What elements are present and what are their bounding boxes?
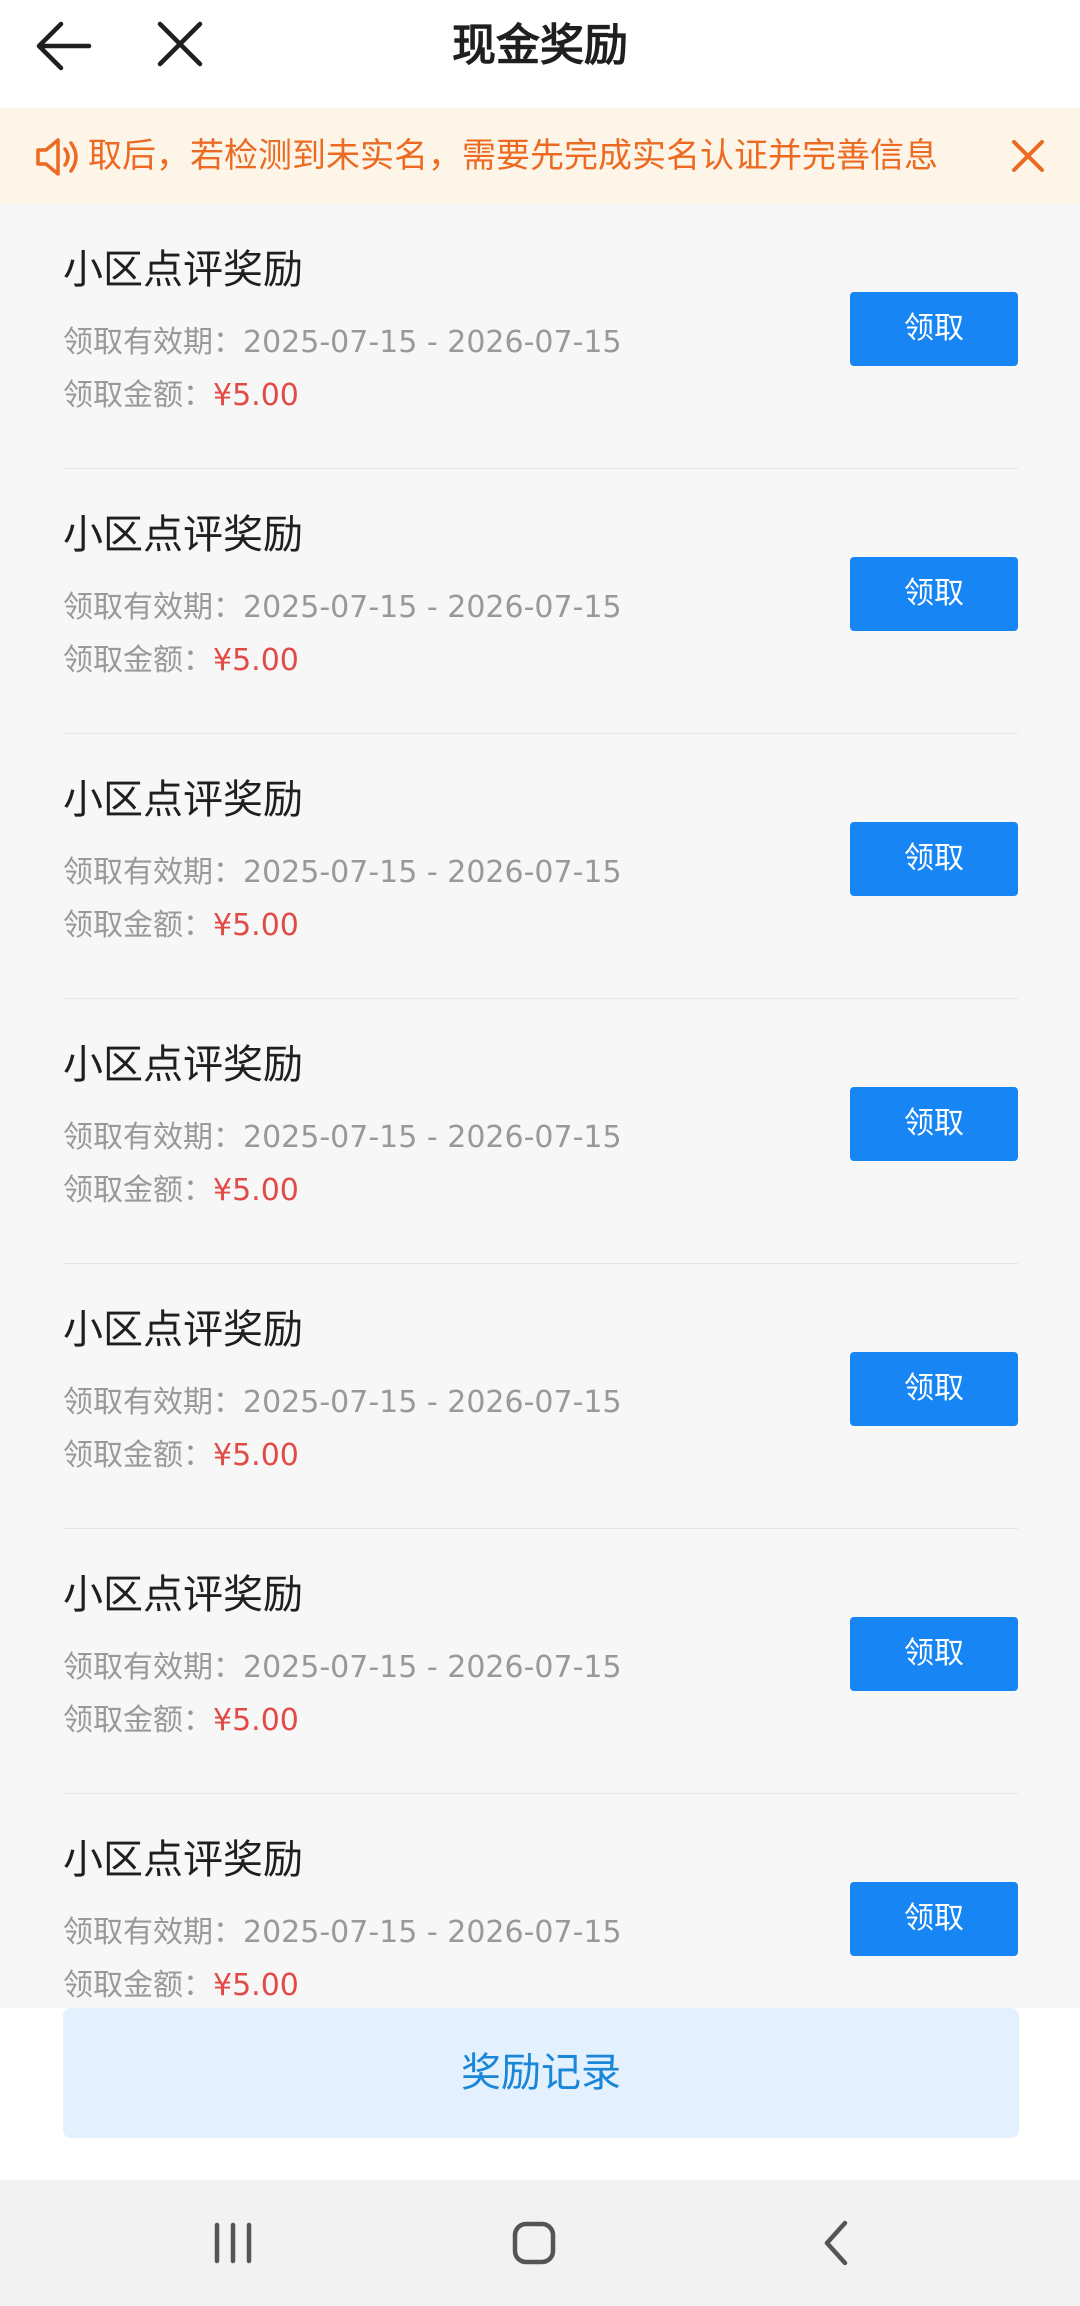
amount-label: 领取金额： bbox=[63, 1703, 213, 1738]
validity-label: 领取有效期： bbox=[63, 1915, 243, 1950]
amount-label: 领取金额： bbox=[63, 378, 213, 413]
claim-button[interactable]: 领取 bbox=[850, 557, 1018, 631]
amount-value: ¥5.00 bbox=[213, 378, 299, 413]
amount-label: 领取金额： bbox=[63, 1438, 213, 1473]
reward-amount: 领取金额：¥5.00 bbox=[63, 646, 299, 676]
amount-value: ¥5.00 bbox=[213, 908, 299, 943]
speaker-icon bbox=[34, 136, 82, 178]
claim-button[interactable]: 领取 bbox=[850, 822, 1018, 896]
page-title: 现金奖励 bbox=[452, 20, 628, 71]
claim-button[interactable]: 领取 bbox=[850, 292, 1018, 366]
reward-title: 小区点评奖励 bbox=[63, 1837, 303, 1883]
reward-amount: 领取金额：¥5.00 bbox=[63, 1176, 299, 1206]
amount-value: ¥5.00 bbox=[213, 643, 299, 678]
reward-amount: 领取金额：¥5.00 bbox=[63, 911, 299, 941]
list-item: 小区点评奖励 领取有效期：2025-07-15 - 2026-07-15 领取金… bbox=[63, 204, 1018, 469]
chevron-left-icon bbox=[824, 2220, 848, 2266]
validity-value: 2025-07-15 - 2026-07-15 bbox=[243, 1915, 622, 1950]
close-icon bbox=[1012, 140, 1044, 172]
validity-label: 领取有效期： bbox=[63, 1385, 243, 1420]
list-item: 小区点评奖励 领取有效期：2025-07-15 - 2026-07-15 领取金… bbox=[63, 1529, 1018, 1794]
reward-amount: 领取金额：¥5.00 bbox=[63, 1441, 299, 1471]
recents-button[interactable] bbox=[193, 2203, 273, 2283]
reward-title: 小区点评奖励 bbox=[63, 1042, 303, 1088]
validity-period: 领取有效期：2025-07-15 - 2026-07-15 bbox=[63, 593, 622, 623]
home-icon bbox=[512, 2221, 556, 2265]
validity-label: 领取有效期： bbox=[63, 590, 243, 625]
system-navigation-bar bbox=[0, 2180, 1080, 2306]
validity-period: 领取有效期：2025-07-15 - 2026-07-15 bbox=[63, 1388, 622, 1418]
validity-value: 2025-07-15 - 2026-07-15 bbox=[243, 1120, 622, 1155]
amount-value: ¥5.00 bbox=[213, 1968, 299, 2003]
reward-title: 小区点评奖励 bbox=[63, 247, 303, 293]
list-item: 小区点评奖励 领取有效期：2025-07-15 - 2026-07-15 领取金… bbox=[63, 999, 1018, 1264]
top-bar: 现金奖励 bbox=[0, 0, 1080, 108]
amount-label: 领取金额： bbox=[63, 1173, 213, 1208]
list-item: 小区点评奖励 领取有效期：2025-07-15 - 2026-07-15 领取金… bbox=[63, 734, 1018, 999]
validity-period: 领取有效期：2025-07-15 - 2026-07-15 bbox=[63, 328, 622, 358]
reward-title: 小区点评奖励 bbox=[63, 1572, 303, 1618]
validity-period: 领取有效期：2025-07-15 - 2026-07-15 bbox=[63, 858, 622, 888]
amount-label: 领取金额： bbox=[63, 643, 213, 678]
validity-label: 领取有效期： bbox=[63, 1650, 243, 1685]
validity-period: 领取有效期：2025-07-15 - 2026-07-15 bbox=[63, 1653, 622, 1683]
notice-text: 取后，若检测到未实名，需要先完成实名认证并完善信息 bbox=[88, 136, 938, 176]
validity-period: 领取有效期：2025-07-15 - 2026-07-15 bbox=[63, 1918, 622, 1948]
reward-title: 小区点评奖励 bbox=[63, 1307, 303, 1353]
system-back-button[interactable] bbox=[797, 2203, 877, 2283]
notice-close-button[interactable] bbox=[1004, 132, 1052, 180]
home-button[interactable] bbox=[494, 2203, 574, 2283]
validity-label: 领取有效期： bbox=[63, 855, 243, 890]
recents-icon bbox=[214, 2222, 252, 2264]
list-item: 小区点评奖励 领取有效期：2025-07-15 - 2026-07-15 领取金… bbox=[63, 469, 1018, 734]
validity-value: 2025-07-15 - 2026-07-15 bbox=[243, 590, 622, 625]
bottom-action-area: 奖励记录 bbox=[0, 2008, 1080, 2180]
reward-amount: 领取金额：¥5.00 bbox=[63, 381, 299, 411]
amount-value: ¥5.00 bbox=[213, 1438, 299, 1473]
validity-label: 领取有效期： bbox=[63, 325, 243, 360]
validity-value: 2025-07-15 - 2026-07-15 bbox=[243, 1385, 622, 1420]
validity-value: 2025-07-15 - 2026-07-15 bbox=[243, 855, 622, 890]
claim-button[interactable]: 领取 bbox=[850, 1617, 1018, 1691]
reward-amount: 领取金额：¥5.00 bbox=[63, 1971, 299, 2001]
reward-records-button[interactable]: 奖励记录 bbox=[63, 2008, 1019, 2138]
amount-value: ¥5.00 bbox=[213, 1703, 299, 1738]
notice-bar: 取后，若检测到未实名，需要先完成实名认证并完善信息 bbox=[0, 108, 1080, 204]
validity-period: 领取有效期：2025-07-15 - 2026-07-15 bbox=[63, 1123, 622, 1153]
list-item: 小区点评奖励 领取有效期：2025-07-15 - 2026-07-15 领取金… bbox=[63, 1264, 1018, 1529]
amount-label: 领取金额： bbox=[63, 908, 213, 943]
validity-value: 2025-07-15 - 2026-07-15 bbox=[243, 1650, 622, 1685]
claim-button[interactable]: 领取 bbox=[850, 1882, 1018, 1956]
reward-title: 小区点评奖励 bbox=[63, 512, 303, 558]
reward-amount: 领取金额：¥5.00 bbox=[63, 1706, 299, 1736]
validity-value: 2025-07-15 - 2026-07-15 bbox=[243, 325, 622, 360]
validity-label: 领取有效期： bbox=[63, 1120, 243, 1155]
reward-title: 小区点评奖励 bbox=[63, 777, 303, 823]
list-item: 小区点评奖励 领取有效期：2025-07-15 - 2026-07-15 领取金… bbox=[63, 1794, 1018, 2008]
claim-button[interactable]: 领取 bbox=[850, 1352, 1018, 1426]
reward-list[interactable]: 小区点评奖励 领取有效期：2025-07-15 - 2026-07-15 领取金… bbox=[0, 204, 1080, 2008]
amount-label: 领取金额： bbox=[63, 1968, 213, 2003]
claim-button[interactable]: 领取 bbox=[850, 1087, 1018, 1161]
amount-value: ¥5.00 bbox=[213, 1173, 299, 1208]
